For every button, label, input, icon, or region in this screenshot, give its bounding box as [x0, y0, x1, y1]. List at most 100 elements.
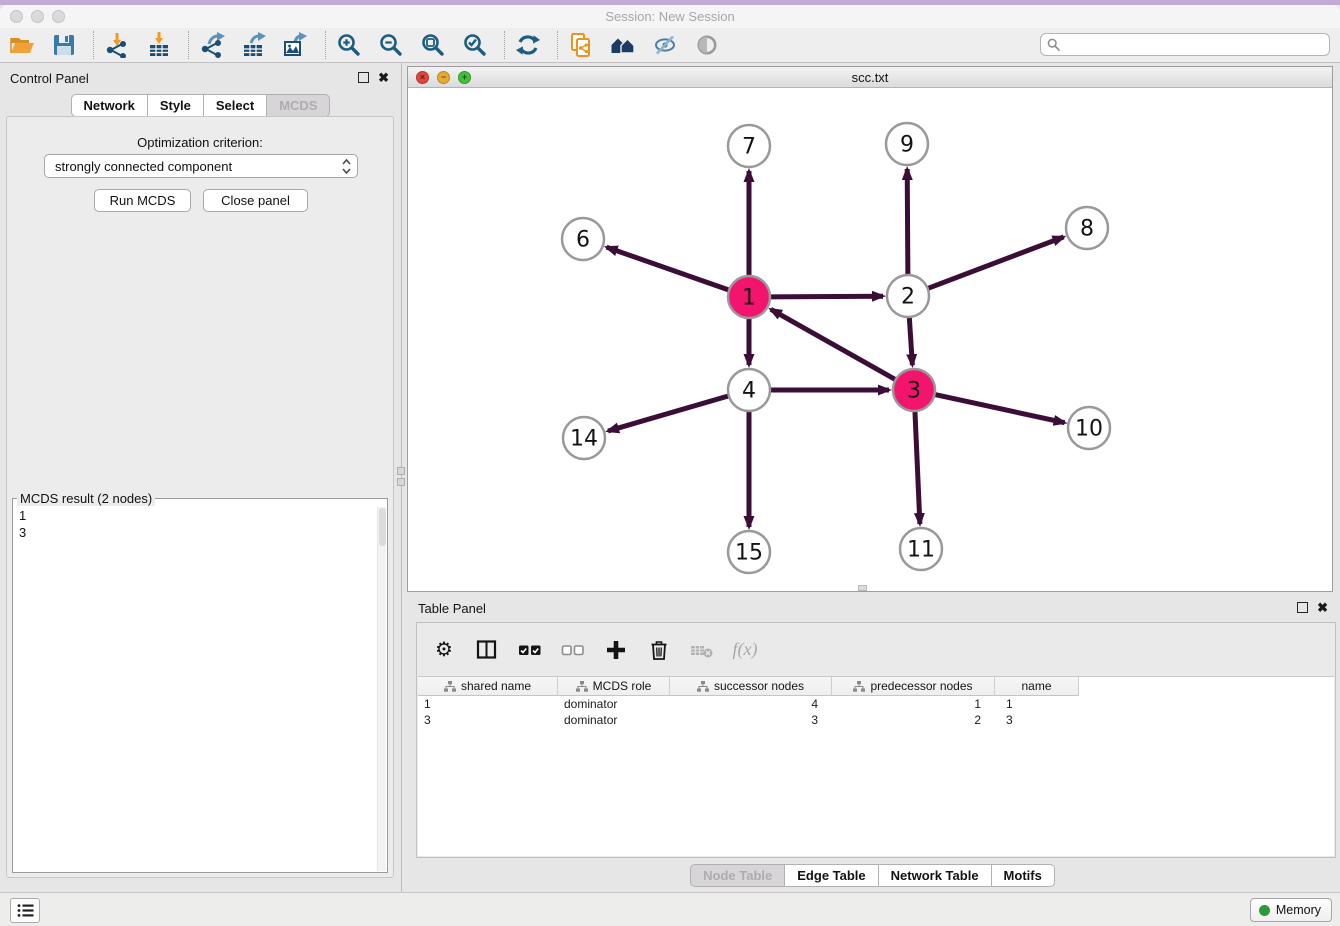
tab-network[interactable]: Network	[71, 94, 148, 117]
graph-edge-3-10[interactable]	[932, 394, 1065, 423]
criterion-selected-value: strongly connected component	[55, 159, 232, 174]
node-table-container: ⚙ f(x)	[416, 622, 1336, 858]
control-panel-tabs: Network Style Select MCDS	[0, 94, 401, 117]
network-window-titlebar[interactable]: × − + scc.txt	[408, 67, 1332, 88]
column-header-predecessor-nodes[interactable]: predecessor nodes	[832, 677, 995, 696]
graph-node-9[interactable]	[886, 123, 928, 165]
graph-edge-2-9[interactable]	[907, 169, 908, 278]
graph-edge-4-14[interactable]	[608, 395, 732, 431]
import-network-icon[interactable]	[102, 30, 132, 60]
first-neighbors-icon[interactable]	[608, 30, 638, 60]
export-image-icon[interactable]	[281, 30, 311, 60]
cell-shared-name[interactable]: 1	[418, 697, 558, 711]
add-column-icon[interactable]	[603, 637, 629, 663]
graph-node-7[interactable]	[728, 125, 770, 167]
refresh-icon[interactable]	[513, 30, 543, 60]
table-options-icon[interactable]: ⚙	[431, 637, 457, 663]
float-panel-icon[interactable]	[1297, 602, 1308, 613]
search-input[interactable]	[1064, 35, 1329, 54]
graph-edge-1-2[interactable]	[767, 296, 883, 297]
tab-mcds[interactable]: MCDS	[267, 94, 330, 117]
cell-mcds-role[interactable]: dominator	[558, 697, 670, 711]
result-scrollbar[interactable]	[377, 507, 386, 871]
hide-graphics-icon[interactable]	[650, 30, 680, 60]
run-mcds-button[interactable]: Run MCDS	[94, 189, 191, 212]
attribute-icon	[697, 681, 709, 692]
task-history-button[interactable]	[10, 898, 40, 923]
zoom-fit-icon[interactable]	[418, 30, 448, 60]
cell-name[interactable]: 3	[995, 713, 1079, 727]
cell-successor-nodes[interactable]: 3	[670, 713, 832, 727]
criterion-select[interactable]: strongly connected component	[44, 154, 358, 178]
show-graphics-icon[interactable]	[692, 30, 722, 60]
graph-node-10[interactable]	[1068, 407, 1110, 449]
tab-edge-table[interactable]: Edge Table	[785, 864, 878, 887]
column-header-mcds-role[interactable]: MCDS role	[558, 677, 670, 696]
import-table-icon[interactable]	[144, 30, 174, 60]
chevron-up-down-icon	[342, 158, 351, 178]
close-panel-icon[interactable]: ✖	[1317, 601, 1328, 614]
network-canvas[interactable]: 1234678910111415	[408, 88, 1332, 591]
cell-predecessor-nodes[interactable]: 2	[832, 713, 995, 727]
graph-node-4[interactable]	[728, 369, 770, 411]
panel-splitter-handle[interactable]	[397, 467, 405, 486]
graph-edge-2-8[interactable]	[925, 237, 1064, 290]
graph-node-15[interactable]	[728, 531, 770, 573]
toolbar-separator	[93, 31, 94, 59]
memory-button[interactable]: Memory	[1250, 898, 1332, 922]
graph-edge-3-11[interactable]	[915, 408, 920, 524]
table-panel-tabs: Node Table Edge Table Network Table Moti…	[405, 864, 1340, 887]
cell-shared-name[interactable]: 3	[418, 713, 558, 727]
graph-edge-2-3[interactable]	[909, 314, 912, 365]
float-panel-icon[interactable]	[358, 72, 369, 83]
column-header-name[interactable]: name	[995, 677, 1079, 696]
graph-edge-3-1[interactable]	[771, 309, 899, 381]
network-view-window: × − + scc.txt 1234678910111415	[407, 66, 1333, 592]
export-network-icon[interactable]	[197, 30, 227, 60]
graph-node-2[interactable]	[887, 275, 929, 317]
zoom-selected-icon[interactable]	[460, 30, 490, 60]
cell-mcds-role[interactable]: dominator	[558, 713, 670, 727]
graph-node-6[interactable]	[562, 218, 604, 260]
graph-node-3[interactable]	[893, 369, 935, 411]
delete-column-icon[interactable]	[646, 637, 672, 663]
graph-node-11[interactable]	[900, 528, 942, 570]
table-toolbar: ⚙ f(x)	[417, 623, 1335, 676]
close-panel-button[interactable]: Close panel	[203, 189, 308, 212]
column-header-shared-name[interactable]: shared name	[418, 677, 558, 696]
tab-node-table[interactable]: Node Table	[690, 864, 785, 887]
function-builder-icon: f(x)	[732, 637, 758, 663]
result-line: 3	[19, 524, 381, 541]
table-row[interactable]: 1 dominator 4 1 1	[418, 696, 1334, 712]
tab-select[interactable]: Select	[204, 94, 267, 117]
open-file-icon[interactable]	[7, 30, 37, 60]
zoom-out-icon[interactable]	[376, 30, 406, 60]
column-visibility-icon[interactable]	[474, 637, 500, 663]
mcds-result-text[interactable]: 1 3	[13, 506, 387, 542]
table-row[interactable]: 3 dominator 3 2 3	[418, 712, 1334, 728]
delete-table-icon	[689, 637, 715, 663]
tab-motifs[interactable]: Motifs	[992, 864, 1055, 887]
clone-network-icon[interactable]	[566, 30, 596, 60]
attribute-icon	[576, 681, 588, 692]
tab-style[interactable]: Style	[148, 94, 204, 117]
zoom-in-icon[interactable]	[334, 30, 364, 60]
view-resize-handle[interactable]	[858, 585, 867, 591]
control-panel-title: Control Panel	[10, 71, 89, 86]
cell-predecessor-nodes[interactable]: 1	[832, 697, 995, 711]
tab-network-table[interactable]: Network Table	[879, 864, 992, 887]
app-window: Session: New Session	[0, 0, 1340, 926]
cell-successor-nodes[interactable]: 4	[670, 697, 832, 711]
column-header-successor-nodes[interactable]: successor nodes	[670, 677, 832, 696]
cell-name[interactable]: 1	[995, 697, 1079, 711]
export-table-icon[interactable]	[239, 30, 269, 60]
save-session-icon[interactable]	[49, 30, 79, 60]
graph-node-14[interactable]	[563, 417, 605, 459]
deselect-all-icon[interactable]	[560, 637, 586, 663]
close-panel-icon[interactable]: ✖	[378, 71, 389, 84]
graph-edge-1-6[interactable]	[607, 247, 732, 291]
graph-node-1[interactable]	[728, 276, 770, 318]
toolbar-separator	[325, 31, 326, 59]
select-all-icon[interactable]	[517, 637, 543, 663]
graph-node-8[interactable]	[1066, 207, 1108, 249]
